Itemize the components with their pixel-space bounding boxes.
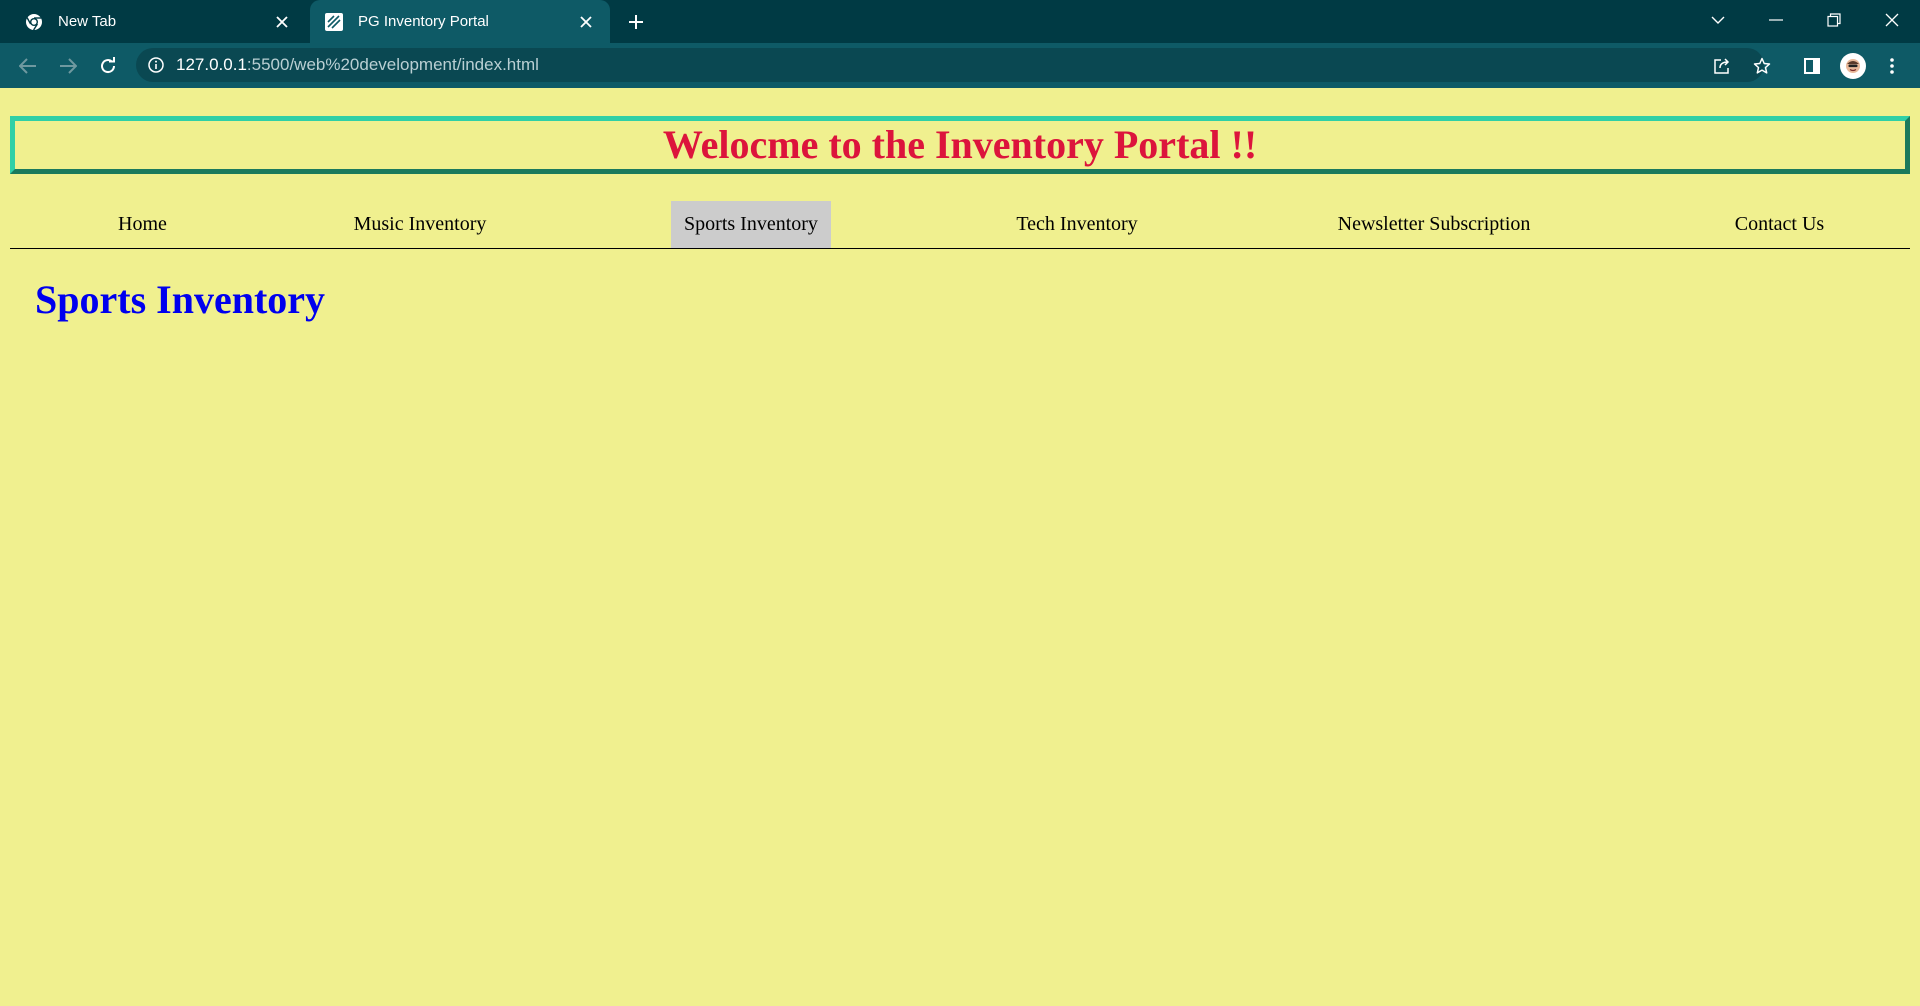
main-nav: Home Music Inventory Sports Inventory Te… xyxy=(10,201,1910,249)
page-favicon-icon xyxy=(324,12,344,32)
url-text: 127.0.0.1:5500/web%20development/index.h… xyxy=(176,55,539,75)
close-icon xyxy=(1885,13,1899,27)
reload-icon xyxy=(101,57,116,74)
minimize-button[interactable] xyxy=(1748,0,1804,40)
tab-title: PG Inventory Portal xyxy=(358,13,489,30)
close-window-button[interactable] xyxy=(1864,0,1920,40)
profile-button[interactable] xyxy=(1838,51,1868,81)
nav-item-sports-inventory[interactable]: Sports Inventory xyxy=(671,201,831,248)
plus-icon xyxy=(629,15,643,29)
banner-title: Welocme to the Inventory Portal !! xyxy=(662,122,1258,167)
tab-title: New Tab xyxy=(58,13,117,30)
nav-item-music-inventory[interactable]: Music Inventory xyxy=(340,201,500,248)
back-button[interactable] xyxy=(12,50,44,82)
restore-icon xyxy=(1827,13,1841,27)
chevron-down-icon xyxy=(1711,16,1725,24)
browser-titlebar: New Tab PG Inventory Portal xyxy=(0,0,1920,43)
close-tab-icon[interactable] xyxy=(574,10,598,34)
nav-item-newsletter-subscription[interactable]: Newsletter Subscription xyxy=(1323,201,1545,248)
tab-search-button[interactable] xyxy=(1690,0,1746,40)
tab-new-tab[interactable]: New Tab xyxy=(0,0,306,43)
minimize-icon xyxy=(1769,19,1783,21)
nav-item-tech-inventory[interactable]: Tech Inventory xyxy=(1002,201,1152,248)
bookmark-star-icon[interactable] xyxy=(1749,53,1775,79)
browser-toolbar: 127.0.0.1:5500/web%20development/index.h… xyxy=(0,43,1920,88)
new-tab-button[interactable] xyxy=(622,8,650,36)
nav-item-home[interactable]: Home xyxy=(95,201,190,248)
page-content: Welocme to the Inventory Portal !! Home … xyxy=(0,88,1920,1006)
tab-pg-inventory-portal[interactable]: PG Inventory Portal xyxy=(310,0,610,43)
close-tab-icon[interactable] xyxy=(270,10,294,34)
welcome-banner: Welocme to the Inventory Portal !! xyxy=(10,116,1910,174)
forward-arrow-icon xyxy=(60,58,77,74)
url-path: :5500/web%20development/index.html xyxy=(246,55,539,74)
side-panel-icon xyxy=(1804,58,1820,74)
back-arrow-icon xyxy=(19,58,36,74)
address-bar[interactable]: 127.0.0.1:5500/web%20development/index.h… xyxy=(136,48,1771,82)
section-title: Sports Inventory xyxy=(35,277,326,322)
chrome-icon xyxy=(24,12,44,32)
url-host: 127.0.0.1 xyxy=(176,55,247,74)
share-icon[interactable] xyxy=(1709,53,1735,79)
nav-item-contact-us[interactable]: Contact Us xyxy=(1717,201,1842,248)
reload-button[interactable] xyxy=(92,50,124,82)
avatar xyxy=(1840,53,1866,79)
browser-menu-button[interactable] xyxy=(1877,51,1907,81)
side-panel-button[interactable] xyxy=(1797,51,1827,81)
forward-button[interactable] xyxy=(52,50,84,82)
restore-button[interactable] xyxy=(1806,0,1862,40)
kebab-menu-icon xyxy=(1890,58,1894,74)
site-info-icon[interactable] xyxy=(148,57,164,73)
